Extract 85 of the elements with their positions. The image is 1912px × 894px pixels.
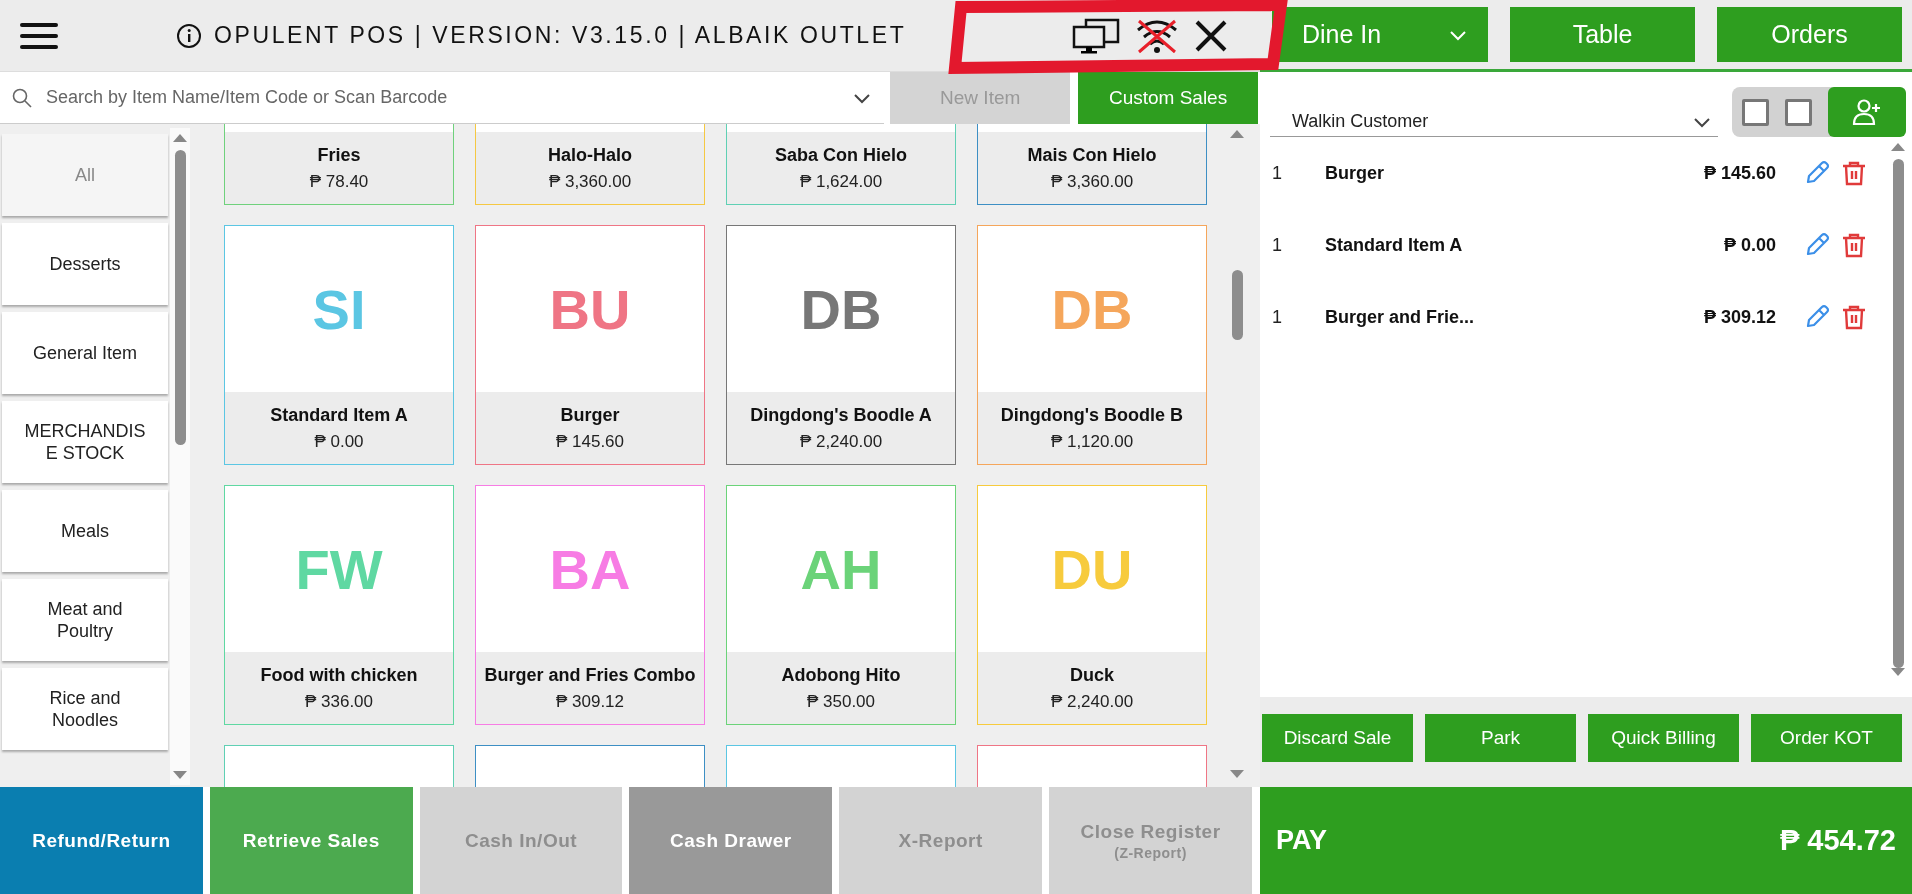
item-initials: DB: [800, 276, 882, 342]
item-price: ₱ 0.00: [1723, 234, 1776, 256]
window-title: OPULENT POS | VERSION: V3.15.0 | ALBAIK OUTLET: [214, 22, 907, 49]
product-card[interactable]: BU Burger ₱ 145.60: [475, 225, 705, 465]
item-name: Burger and Fries Combo: [484, 664, 696, 686]
product-card[interactable]: DB Dingdong's Boodle B ₱ 1,120.00: [977, 225, 1207, 465]
trash-icon[interactable]: [1842, 304, 1866, 330]
item-price: ₱ 145.60: [1703, 162, 1776, 184]
search-field[interactable]: Search by Item Name/Item Code or Scan Barcode: [44, 86, 841, 109]
search-icon: [12, 87, 32, 108]
checkbox[interactable]: [1742, 98, 1769, 126]
monitors-icon[interactable]: [1072, 17, 1120, 54]
item-name: Fries: [317, 144, 361, 166]
item-price: ₱ 3,360.00: [548, 171, 632, 192]
product-card[interactable]: [726, 745, 956, 787]
item-price: ₱ 2,240.00: [1050, 691, 1134, 712]
scrollbar[interactable]: [170, 128, 190, 785]
pencil-icon[interactable]: [1804, 232, 1830, 258]
category-button[interactable]: Meat and Poultry: [2, 579, 168, 661]
category-button[interactable]: Rice and Noodles: [2, 668, 168, 750]
product-card[interactable]: DU Duck ₱ 2,240.00: [977, 485, 1207, 725]
item-initials: FW: [295, 536, 383, 602]
info-icon: [176, 22, 202, 49]
item-name: Standard Item A: [270, 404, 408, 426]
product-card[interactable]: Saba Con Hielo ₱ 1,624.00: [726, 124, 956, 205]
item-name: Standard Item A: [1325, 234, 1464, 256]
item-price: ₱ 3,360.00: [1050, 171, 1134, 192]
checkbox[interactable]: [1785, 98, 1812, 126]
close-icon[interactable]: [1194, 18, 1228, 53]
item-initials: DU: [1051, 536, 1133, 602]
item-price: ₱ 2,240.00: [799, 431, 883, 452]
item-initials: AH: [800, 536, 882, 602]
item-initials: BA: [549, 536, 631, 602]
product-card[interactable]: BA Burger and Fries Combo ₱ 309.12: [475, 485, 705, 725]
item-name: Duck: [1070, 664, 1114, 686]
product-card[interactable]: [475, 745, 705, 787]
pencil-icon[interactable]: [1804, 160, 1830, 186]
product-card[interactable]: SI Standard Item A ₱ 0.00: [224, 225, 454, 465]
item-name: Burger and Frie...: [1325, 306, 1476, 328]
item-initials: BU: [549, 276, 631, 342]
item-name: Burger: [1325, 162, 1385, 184]
item-initials: DB: [1051, 276, 1133, 342]
customer-select[interactable]: Walkin Customer: [1270, 111, 1718, 137]
item-price: ₱ 309.12: [555, 691, 625, 712]
product-card[interactable]: DB Dingdong's Boodle A ₱ 2,240.00: [726, 225, 956, 465]
product-card[interactable]: [224, 745, 454, 787]
item-quantity: 1: [1272, 306, 1283, 328]
item-price: ₱ 145.60: [555, 431, 625, 452]
pencil-icon[interactable]: [1804, 304, 1830, 330]
item-price: ₱ 309.12: [1703, 306, 1776, 328]
item-name: Dingdong's Boodle B: [1000, 404, 1184, 426]
item-name: Saba Con Hielo: [775, 144, 907, 166]
category-button[interactable]: General Item: [2, 312, 168, 394]
item-price: ₱ 1,624.00: [799, 171, 883, 192]
category-button[interactable]: Meals: [2, 490, 168, 572]
item-price: ₱ 336.00: [304, 691, 374, 712]
item-price: ₱ 78.40: [309, 171, 369, 192]
product-card[interactable]: Mais Con Hielo ₱ 3,360.00: [977, 124, 1207, 205]
item-name: Mais Con Hielo: [1027, 144, 1157, 166]
item-price: ₱ 350.00: [806, 691, 876, 712]
product-card[interactable]: Halo-Halo ₱ 3,360.00: [475, 124, 705, 205]
pay-total: ₱ 454.72: [1779, 824, 1896, 857]
product-card[interactable]: Fries ₱ 78.40: [224, 124, 454, 205]
product-card[interactable]: FW Food with chicken ₱ 336.00: [224, 485, 454, 725]
pay-label: PAY: [1276, 825, 1328, 856]
item-quantity: 1: [1272, 234, 1283, 256]
trash-icon[interactable]: [1842, 232, 1866, 258]
product-card[interactable]: [977, 745, 1207, 787]
item-initials: SI: [312, 276, 366, 342]
add-customer-button[interactable]: [1828, 87, 1906, 137]
item-name: Burger: [560, 404, 620, 426]
product-card[interactable]: AH Adobong Hito ₱ 350.00: [726, 485, 956, 725]
item-price: ₱ 1,120.00: [1050, 431, 1134, 452]
item-name: Halo-Halo: [548, 144, 632, 166]
menu-icon[interactable]: [20, 21, 58, 50]
item-name: Dingdong's Boodle A: [750, 404, 932, 426]
item-name: Food with chicken: [260, 664, 418, 686]
item-name: Adobong Hito: [781, 664, 901, 686]
item-price: ₱ 0.00: [314, 431, 364, 452]
footer-button[interactable]: Refund/Return: [0, 787, 203, 894]
category-button[interactable]: Desserts: [2, 223, 168, 305]
category-button[interactable]: MERCHANDISE STOCK: [2, 401, 168, 483]
trash-icon[interactable]: [1842, 160, 1866, 186]
item-quantity: 1: [1272, 162, 1283, 184]
add-user-icon: [1852, 98, 1882, 126]
